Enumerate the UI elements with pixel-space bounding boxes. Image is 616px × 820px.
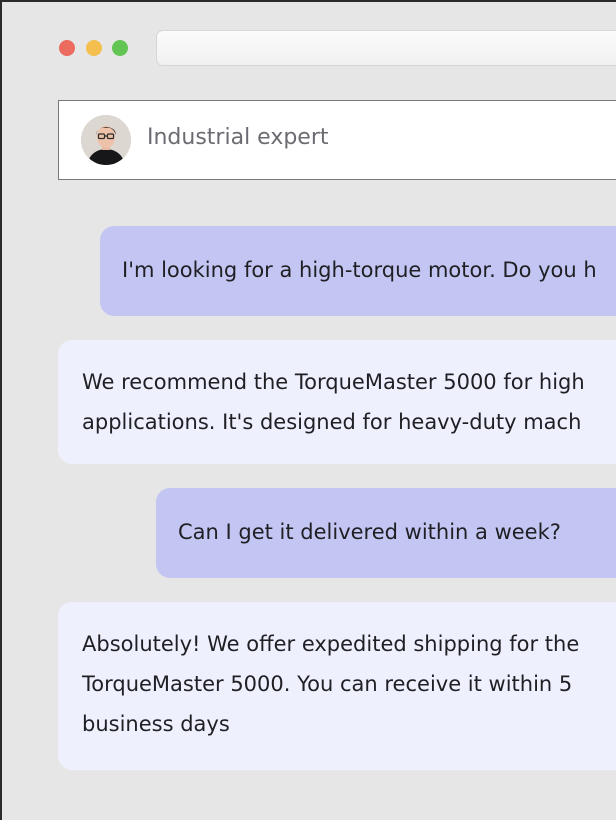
browser-window: Industrial expert I'm looking for a high…: [0, 0, 616, 820]
assistant-message: We recommend the TorqueMaster 5000 for h…: [58, 340, 616, 464]
assistant-message: Absolutely! We offer expedited shipping …: [58, 602, 616, 770]
message-text: business days: [82, 712, 230, 736]
zoom-window-button[interactable]: [112, 40, 128, 56]
chat-header: Industrial expert: [58, 100, 616, 180]
close-window-button[interactable]: [59, 40, 75, 56]
user-message: Can I get it delivered within a week?: [156, 488, 616, 578]
message-text: I'm looking for a high-torque motor. Do …: [122, 258, 597, 282]
address-bar[interactable]: [156, 30, 616, 66]
message-text: Can I get it delivered within a week?: [178, 520, 561, 544]
minimize-window-button[interactable]: [86, 40, 102, 56]
message-text: applications. It's designed for heavy-du…: [82, 410, 582, 434]
message-text: We recommend the TorqueMaster 5000 for h…: [82, 370, 585, 394]
chat-title: Industrial expert: [147, 125, 329, 150]
message-text: Absolutely! We offer expedited shipping …: [82, 632, 580, 656]
person-avatar-icon: [81, 115, 131, 165]
message-text: TorqueMaster 5000. You can receive it wi…: [82, 672, 573, 696]
user-message: I'm looking for a high-torque motor. Do …: [100, 226, 616, 316]
